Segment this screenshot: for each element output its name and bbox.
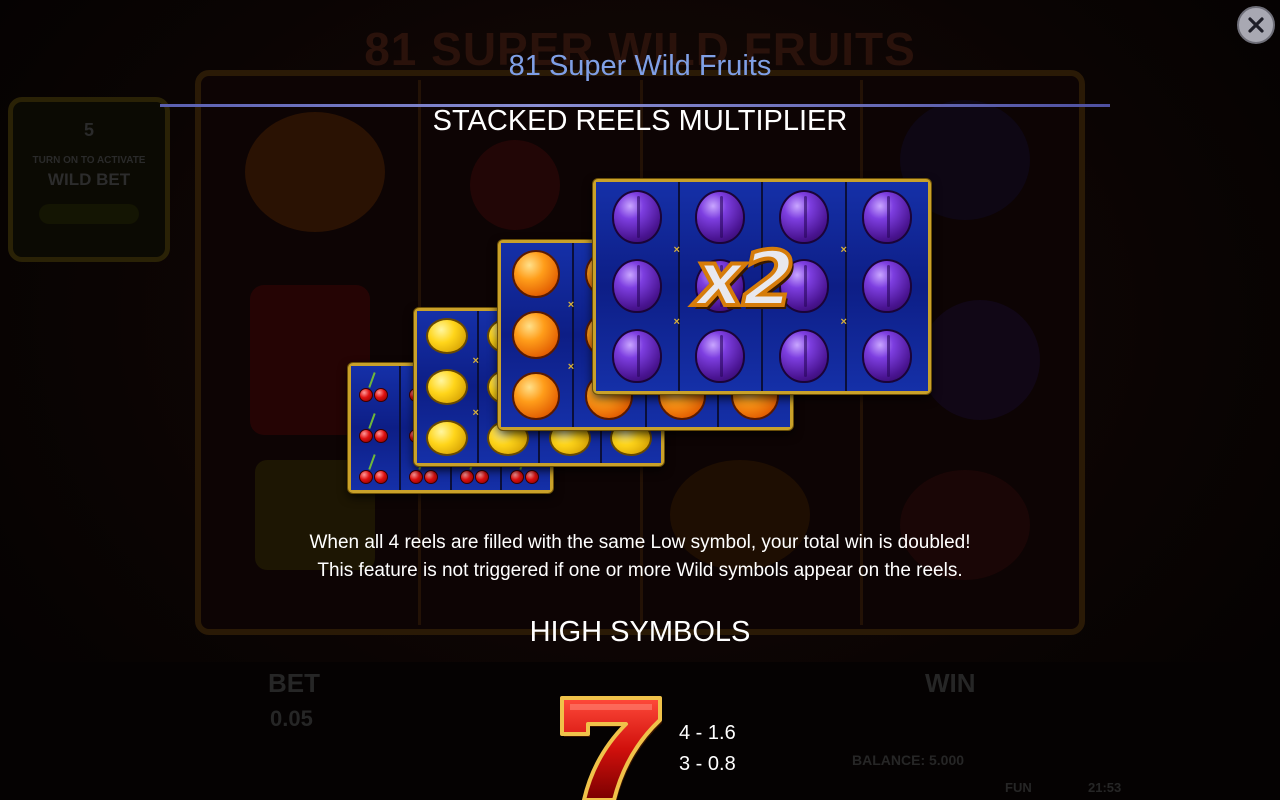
background-win-label: WIN — [925, 668, 976, 698]
high-symbols-heading: HIGH SYMBOLS — [529, 616, 751, 648]
plum-icon — [611, 329, 662, 384]
multiplier-badge: x2 — [693, 232, 797, 325]
multiplier-x-mark: × — [673, 316, 680, 328]
reel-column — [501, 243, 574, 427]
plum-icon — [862, 189, 913, 244]
background-clock: 21:53 — [1088, 780, 1122, 795]
orange-icon — [512, 249, 561, 298]
wild-bet-hint: TURN ON TO ACTIVATE — [32, 155, 146, 166]
plum-icon — [778, 329, 829, 384]
feature-heading: STACKED REELS MULTIPLIER — [432, 105, 848, 137]
multiplier-x-mark: × — [567, 361, 575, 373]
plum-icon — [862, 259, 913, 314]
plum-icon — [611, 189, 662, 244]
background-grape-symbol — [920, 300, 1040, 420]
multiplier-x-mark: × — [840, 316, 847, 328]
info-page-title: 81 Super Wild Fruits — [508, 50, 772, 82]
plum-icon — [862, 329, 913, 384]
lemon-icon — [425, 419, 468, 456]
multiplier-x-mark: × — [840, 244, 847, 256]
cherry-icon — [359, 413, 391, 443]
cherry-icon — [359, 454, 391, 485]
background-bet-value: 0.05 — [270, 706, 313, 731]
lemon-icon — [425, 318, 468, 355]
reel-column — [417, 311, 479, 463]
multiplier-x-mark: × — [472, 407, 479, 419]
feature-description-line-1: When all 4 reels are filled with the sam… — [309, 532, 971, 553]
plum-icon — [695, 329, 746, 384]
seven-icon — [560, 696, 662, 800]
payout-4-of-a-kind: 4 - 1.6 — [679, 722, 736, 744]
orange-icon — [512, 310, 561, 359]
lemon-icon — [425, 368, 468, 405]
reel-column: × × — [841, 182, 928, 391]
reel-column — [351, 366, 402, 490]
background-balance: BALANCE: 5.000 — [852, 752, 965, 768]
plum-icon — [611, 259, 662, 314]
background-cherry-symbol — [470, 140, 560, 230]
wild-bet-toggle — [39, 204, 139, 224]
payout-3-of-a-kind: 3 - 0.8 — [679, 753, 736, 775]
multiplier-x-mark: × — [567, 299, 575, 311]
multiplier-x-mark: × — [673, 244, 680, 256]
close-icon — [1248, 17, 1264, 33]
background-mode: FUN — [1005, 780, 1032, 795]
feature-description-line-2: This feature is not triggered if one or … — [317, 560, 963, 581]
reel-column — [596, 182, 680, 391]
cherry-icon — [359, 371, 391, 402]
wild-bet-label: WILD BET — [47, 170, 131, 189]
background-bet-label: BET — [268, 668, 320, 698]
orange-icon — [512, 372, 561, 421]
close-button[interactable] — [1237, 6, 1275, 44]
multiplier-x-mark: × — [472, 355, 479, 367]
